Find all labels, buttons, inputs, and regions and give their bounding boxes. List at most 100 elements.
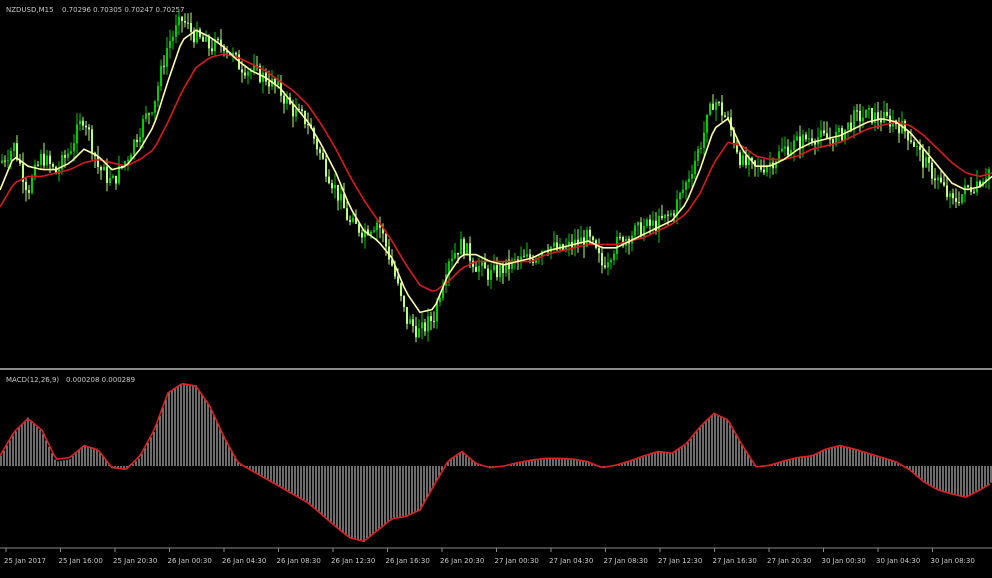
candle-body [613, 253, 615, 261]
candle-body [31, 177, 33, 193]
candle-body [478, 265, 480, 272]
candle-body [175, 25, 177, 37]
candle-body [7, 160, 9, 162]
candle-body [142, 118, 144, 138]
macd-title: MACD(12,26,9) [6, 376, 59, 384]
candle-body [316, 138, 318, 150]
candle-body [454, 252, 456, 259]
candle-body [880, 120, 882, 123]
candle-body [193, 31, 195, 43]
candle-body [190, 23, 192, 32]
candle-body [361, 232, 363, 238]
candle-body [172, 36, 174, 42]
candle-body [847, 122, 849, 130]
candle-body [940, 177, 942, 183]
main-chart-title: NZDUSD,M15 [6, 6, 54, 14]
candle-body [493, 265, 495, 271]
candle-body [694, 160, 696, 174]
candle-body [973, 191, 975, 193]
candle-body [910, 140, 912, 142]
candle-body [352, 217, 354, 222]
candle-body [781, 148, 783, 152]
time-tick-label: 25 Jan 16:00 [59, 557, 103, 565]
candle-body [838, 127, 840, 132]
candle-body [721, 102, 723, 116]
time-tick-label: 27 Jan 12:30 [658, 557, 702, 565]
candle-body [406, 307, 408, 324]
candle-body [187, 22, 189, 24]
candle-body [346, 208, 348, 220]
candle-body [634, 225, 636, 236]
candle-body [166, 47, 168, 67]
candle-body [949, 193, 951, 198]
candle-body [700, 147, 702, 150]
candle-body [115, 175, 117, 184]
candle-body [4, 160, 6, 162]
candle-series [1, 9, 990, 343]
candle-body [766, 166, 768, 173]
candle-body [439, 297, 441, 302]
time-tick-label: 26 Jan 20:30 [440, 557, 484, 565]
candle-body [682, 189, 684, 194]
time-tick-label: 30 Jan 00:30 [822, 557, 866, 565]
candle-body [919, 146, 921, 150]
candle-body [145, 113, 147, 119]
candle-body [301, 109, 303, 112]
chart-canvas: NZDUSD,M15 0.70296 0.70305 0.70247 0.702… [0, 6, 992, 565]
candle-body [34, 164, 36, 178]
candle-body [184, 21, 186, 23]
time-tick-label: 27 Jan 20:30 [767, 557, 811, 565]
candle-body [640, 222, 642, 237]
candle-body [127, 159, 129, 162]
candle-body [691, 173, 693, 179]
candle-body [865, 109, 867, 118]
candle-body [241, 69, 243, 73]
candle-body [859, 110, 861, 122]
candle-body [955, 198, 957, 202]
candle-body [40, 153, 42, 165]
candle-body [319, 149, 321, 153]
time-tick-label: 27 Jan 16:30 [713, 557, 757, 565]
candle-body [163, 65, 165, 67]
candle-body [64, 155, 66, 158]
candle-body [658, 215, 660, 232]
candle-body [451, 258, 453, 262]
candle-body [952, 193, 954, 199]
candle-body [784, 146, 786, 149]
candle-body [178, 16, 180, 26]
candle-body [340, 193, 342, 201]
candle-body [409, 319, 411, 324]
candle-body [598, 248, 600, 254]
candle-body [925, 157, 927, 168]
candle-body [433, 320, 435, 322]
candle-body [484, 261, 486, 269]
candle-body [490, 270, 492, 280]
candle-body [592, 236, 594, 241]
candle-body [466, 243, 468, 256]
candle-body [799, 136, 801, 149]
candle-body [823, 130, 825, 134]
candle-body [724, 115, 726, 118]
candle-body [91, 129, 93, 153]
time-tick-label: 26 Jan 12:30 [331, 557, 375, 565]
candle-body [742, 155, 744, 166]
candle-body [1, 160, 3, 163]
candle-body [589, 229, 591, 237]
candle-body [400, 283, 402, 296]
candle-body [235, 52, 237, 55]
candle-body [136, 139, 138, 143]
candle-body [679, 193, 681, 200]
candle-body [811, 138, 813, 142]
candle-body [247, 71, 249, 76]
candle-body [133, 139, 135, 155]
candle-body [808, 138, 810, 140]
candle-body [43, 153, 45, 166]
time-tick-label: 26 Jan 04:30 [222, 557, 266, 565]
candle-body [652, 220, 654, 226]
time-tick-label: 30 Jan 04:30 [876, 557, 920, 565]
macd-readout: 0.000208 0.000289 [66, 376, 135, 384]
time-tick-label: 26 Jan 00:30 [168, 557, 212, 565]
candle-body [49, 155, 51, 164]
candle-body [664, 214, 666, 219]
candle-body [37, 164, 39, 166]
